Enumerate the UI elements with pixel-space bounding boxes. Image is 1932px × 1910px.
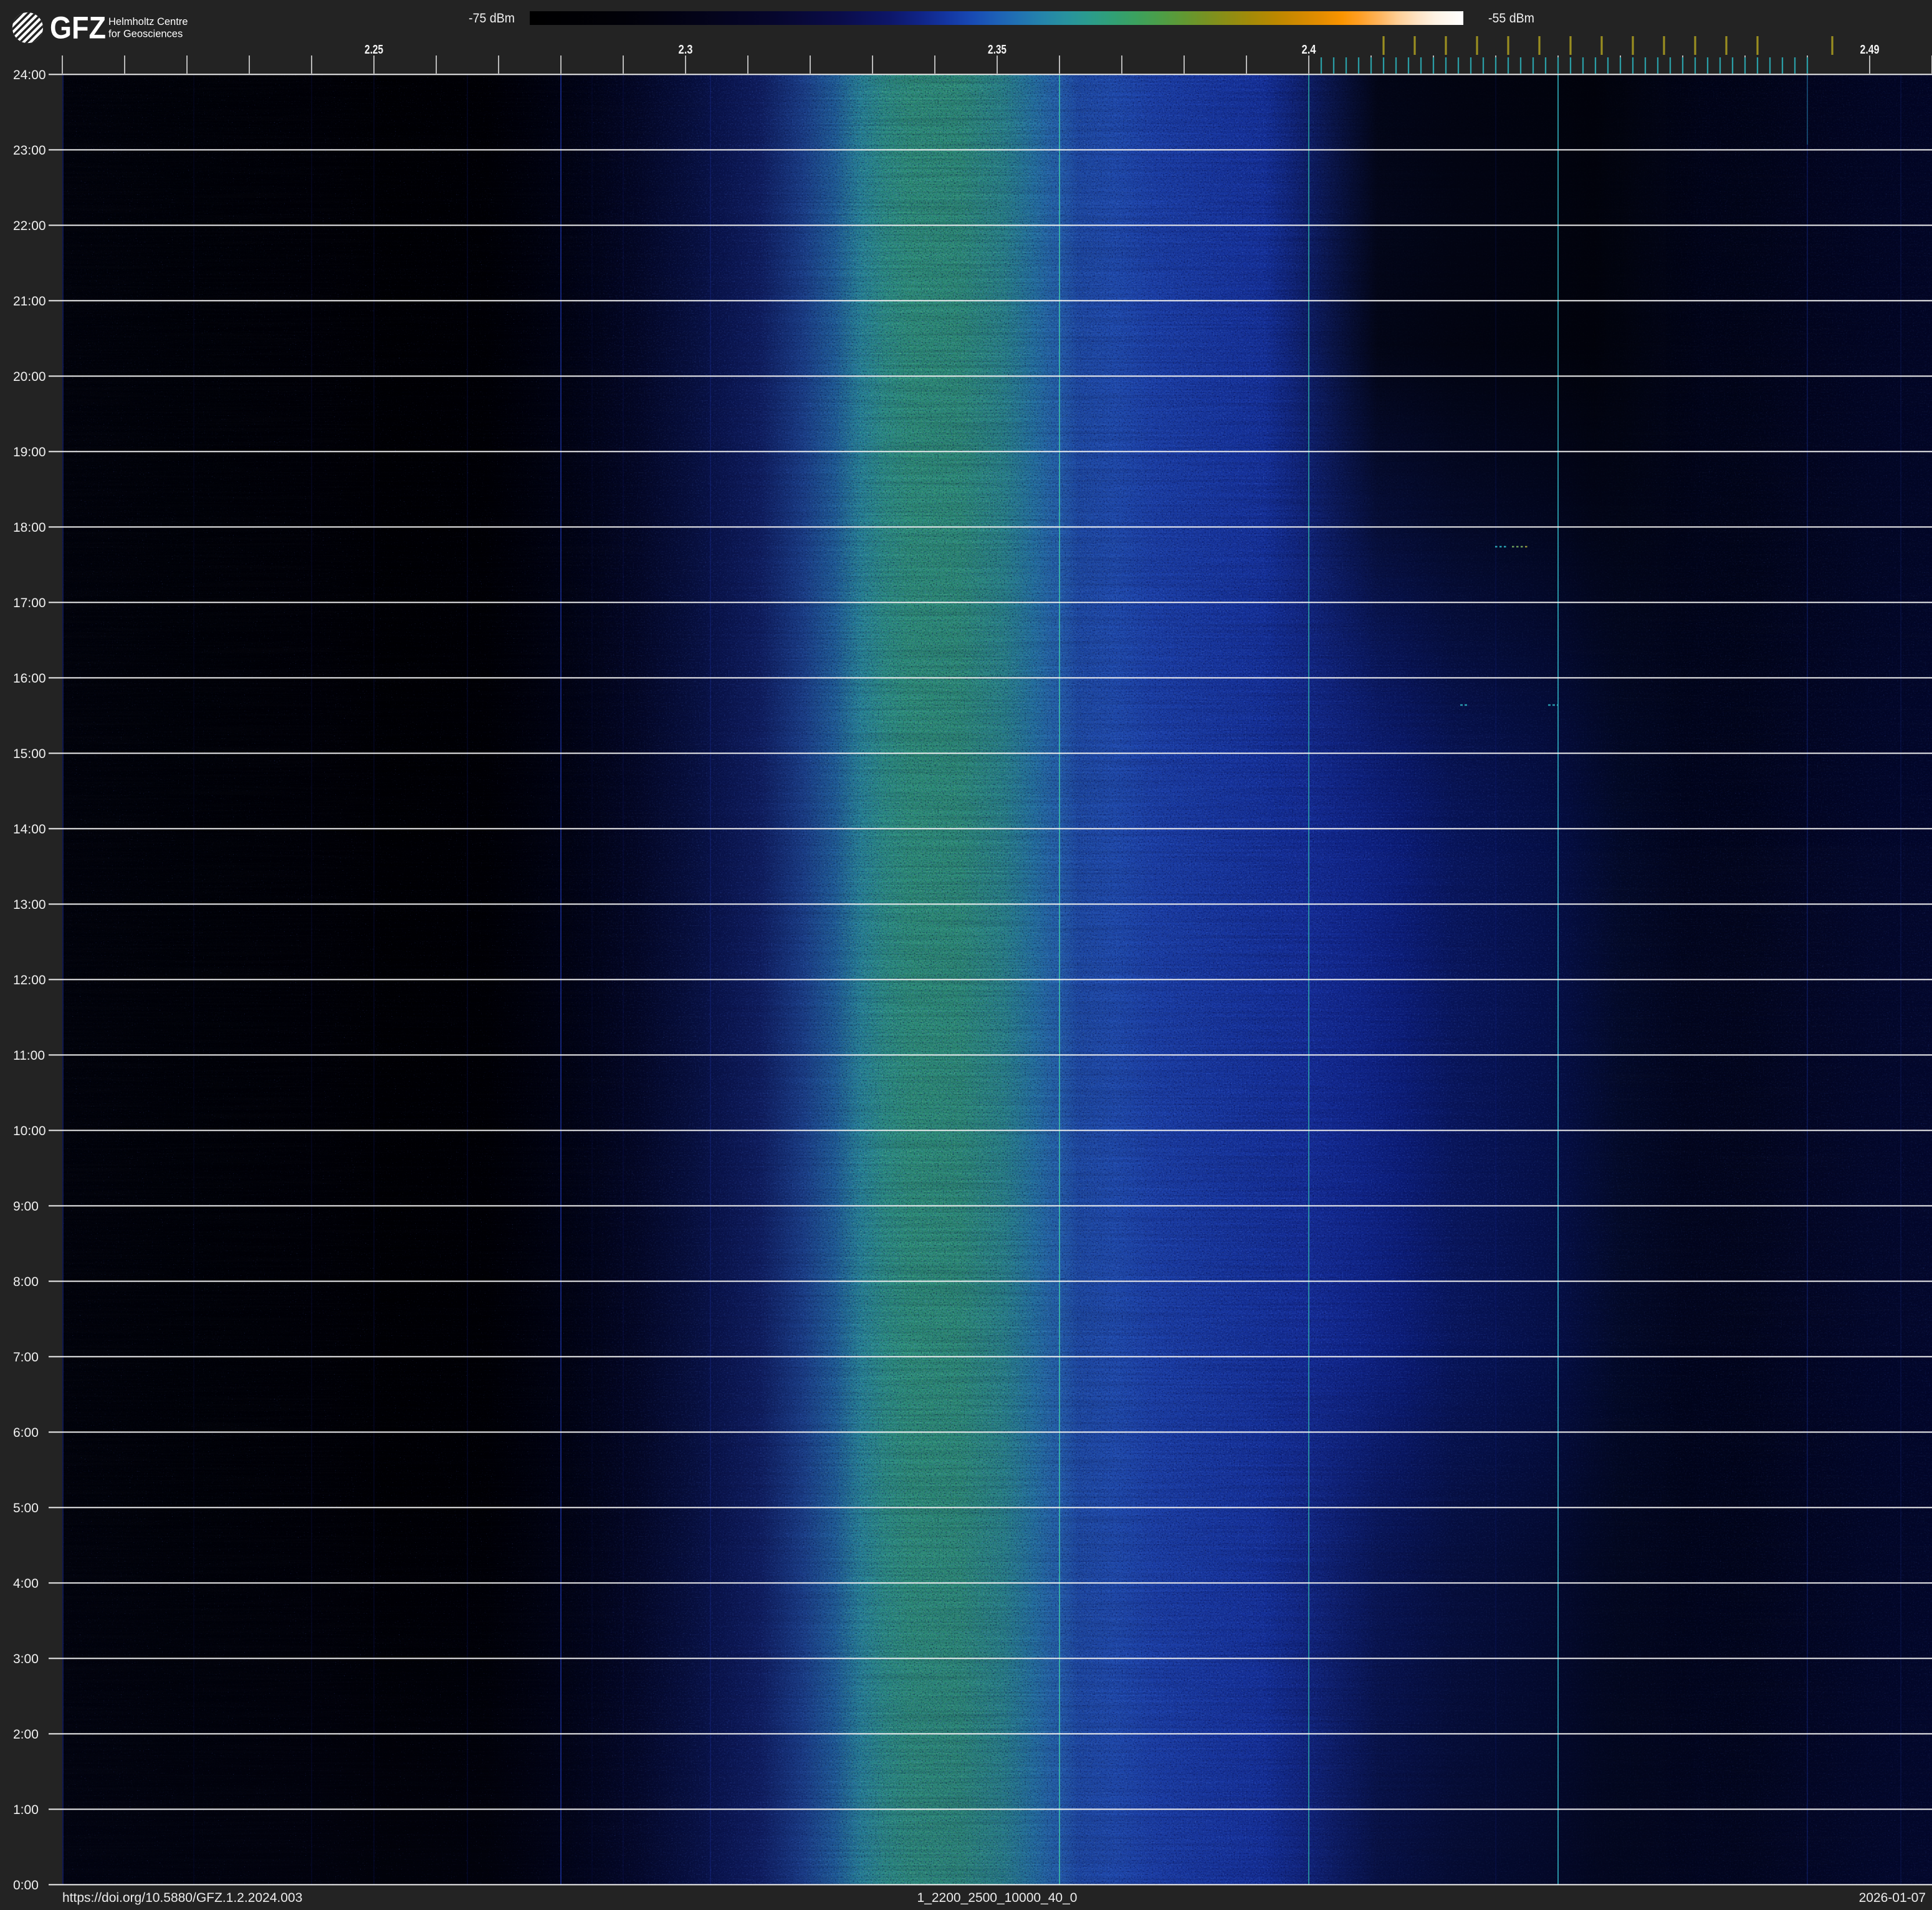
svg-text:https://doi.org/10.5880/GFZ.1.: https://doi.org/10.5880/GFZ.1.2.2024.003 xyxy=(62,1891,302,1905)
svg-text:22:00: 22:00 xyxy=(13,219,46,233)
svg-text:18:00: 18:00 xyxy=(13,521,46,535)
svg-text:1:00: 1:00 xyxy=(13,1803,39,1817)
svg-text:21:00: 21:00 xyxy=(13,294,46,309)
svg-text:8:00: 8:00 xyxy=(13,1275,39,1289)
svg-text:GFZ: GFZ xyxy=(50,11,106,46)
svg-text:2.25: 2.25 xyxy=(365,43,383,57)
svg-text:20:00: 20:00 xyxy=(13,370,46,384)
svg-text:3:00: 3:00 xyxy=(13,1652,39,1666)
svg-text:23:00: 23:00 xyxy=(13,143,46,158)
svg-text:2.49: 2.49 xyxy=(1860,43,1880,57)
svg-text:-55 dBm: -55 dBm xyxy=(1488,11,1534,26)
svg-text:11:00: 11:00 xyxy=(13,1049,45,1063)
svg-text:7:00: 7:00 xyxy=(13,1350,39,1365)
svg-text:5:00: 5:00 xyxy=(13,1501,39,1515)
svg-text:24:00: 24:00 xyxy=(13,68,46,82)
svg-text:14:00: 14:00 xyxy=(13,822,46,837)
svg-text:-75 dBm: -75 dBm xyxy=(469,11,515,26)
svg-text:2.4: 2.4 xyxy=(1302,43,1317,57)
svg-text:Helmholtz Centre: Helmholtz Centre xyxy=(108,16,188,27)
svg-text:2.3: 2.3 xyxy=(679,43,693,57)
svg-text:15:00: 15:00 xyxy=(13,747,46,761)
svg-text:1_2200_2500_10000_40_0: 1_2200_2500_10000_40_0 xyxy=(917,1891,1078,1905)
svg-text:0:00: 0:00 xyxy=(13,1878,39,1893)
svg-text:13:00: 13:00 xyxy=(13,898,46,912)
svg-text:for Geosciences: for Geosciences xyxy=(108,29,183,40)
svg-text:17:00: 17:00 xyxy=(13,596,46,610)
svg-text:12:00: 12:00 xyxy=(13,973,46,987)
svg-text:4:00: 4:00 xyxy=(13,1576,39,1591)
svg-text:19:00: 19:00 xyxy=(13,445,46,459)
svg-text:9:00: 9:00 xyxy=(13,1199,39,1214)
svg-text:16:00: 16:00 xyxy=(13,671,46,686)
svg-text:2:00: 2:00 xyxy=(13,1727,39,1742)
svg-text:2.35: 2.35 xyxy=(988,43,1007,57)
svg-text:10:00: 10:00 xyxy=(13,1124,46,1138)
svg-text:6:00: 6:00 xyxy=(13,1426,39,1440)
svg-text:2026-01-07: 2026-01-07 xyxy=(1859,1891,1926,1905)
